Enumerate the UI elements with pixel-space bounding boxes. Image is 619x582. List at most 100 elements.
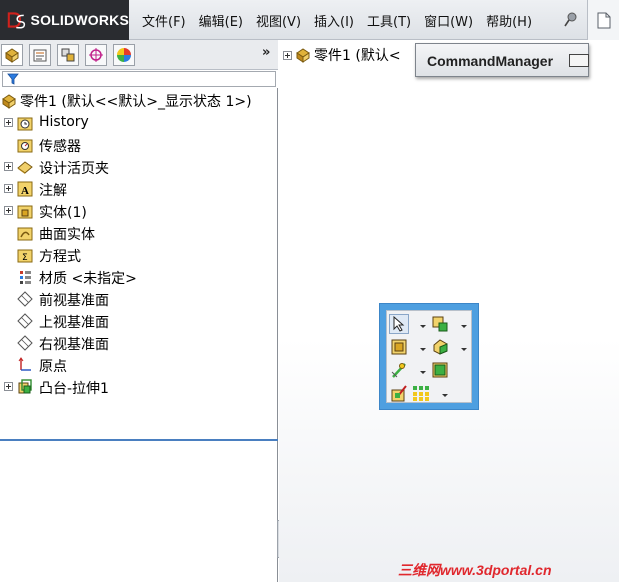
configurationmanager-tab[interactable] <box>57 44 79 66</box>
plane-icon <box>17 291 33 307</box>
main-menu: 文件(F) 编辑(E) 视图(V) 插入(I) 工具(T) 窗口(W) 帮助(H… <box>137 0 540 40</box>
dimxpert-icon <box>89 48 103 62</box>
part-icon <box>2 94 16 109</box>
extrude-boss-icon <box>391 339 407 355</box>
sensor-folder-icon <box>17 139 33 153</box>
material-icon <box>20 271 31 284</box>
menu-file[interactable]: 文件(F) <box>137 11 191 30</box>
expand-toggle[interactable] <box>283 50 292 60</box>
menu-view[interactable]: 视图(V) <box>251 11 306 30</box>
solid-feature-dropdown[interactable] <box>460 345 468 353</box>
pattern-dropdown[interactable] <box>441 391 449 399</box>
flyout-feature-tree[interactable]: 零件1 (默认< <box>283 45 401 65</box>
linear-pattern-button[interactable] <box>411 383 431 403</box>
propertymanager-icon <box>33 49 47 62</box>
commandmanager-popup[interactable]: CommandManager <box>415 43 589 77</box>
select-dropdown[interactable] <box>419 322 427 330</box>
featuremanager-panel: » 零件1 (默认<<默认>_显示状态 1>) History 传感器 设计活页… <box>0 40 278 582</box>
expand-toggle[interactable] <box>4 118 13 127</box>
origin-icon <box>18 357 31 371</box>
tree-item-label: 前视基准面 <box>39 293 109 309</box>
rollback-bar[interactable] <box>0 439 278 441</box>
propertymanager-tab[interactable] <box>29 44 51 66</box>
tree-item-label: 注解 <box>39 183 67 199</box>
logo-text: SOLIDWORKS <box>30 12 129 28</box>
sketch-button[interactable] <box>389 383 409 403</box>
feature-filter-input[interactable] <box>2 71 276 87</box>
tree-item-label: 右视基准面 <box>39 337 109 353</box>
shortcut-toolbar[interactable] <box>379 303 479 410</box>
watermark: 三维网www.3dportal.cn <box>398 562 552 578</box>
svg-text:A: A <box>21 185 29 197</box>
more-tabs-button[interactable]: » <box>262 45 270 60</box>
expand-toggle[interactable] <box>4 382 13 391</box>
design-binder-icon <box>17 161 33 174</box>
history-icon <box>17 117 33 131</box>
featuremanager-tab[interactable] <box>1 44 23 66</box>
tree-root-label: 零件1 (默认<<默认>_显示状态 1>) <box>20 94 252 110</box>
app-logo[interactable]: SOLIDWORKS <box>0 0 129 40</box>
dimxpert-tab[interactable] <box>85 44 107 66</box>
configurationmanager-icon <box>61 48 75 62</box>
tree-root-part[interactable]: 零件1 (默认<<默认>_显示状态 1>) <box>0 90 252 112</box>
tree-item-label: 方程式 <box>39 249 81 265</box>
new-part-button[interactable] <box>430 314 450 334</box>
ds-logo-icon <box>7 12 26 29</box>
fillet-icon <box>391 363 406 378</box>
solid-feature-button[interactable] <box>430 337 450 357</box>
extrude-icon <box>18 379 32 394</box>
tree-item-label: 原点 <box>39 359 67 375</box>
tree-item-label: 实体(1) <box>39 205 87 221</box>
extrude-boss-dropdown[interactable] <box>419 345 427 353</box>
plane-icon <box>17 313 33 329</box>
svg-text:Σ: Σ <box>22 253 28 263</box>
solid-bodies-icon <box>17 205 33 219</box>
expand-toggle[interactable] <box>4 162 13 171</box>
surface-bodies-icon <box>17 227 33 241</box>
menu-help[interactable]: 帮助(H) <box>481 11 537 30</box>
commandmanager-label: CommandManager <box>427 53 554 69</box>
linear-pattern-icon <box>413 386 429 401</box>
pin-icon[interactable] <box>563 11 579 29</box>
tree-item-label: History <box>39 114 89 130</box>
sketch-icon <box>391 385 407 402</box>
menu-tools[interactable]: 工具(T) <box>362 11 416 30</box>
shortcut-toolbar-body <box>386 310 472 403</box>
shell-button[interactable] <box>430 360 450 380</box>
extrude-boss-button[interactable] <box>389 337 409 357</box>
solid-feature-icon <box>433 339 448 355</box>
tree-item-label: 设计活页夹 <box>39 161 109 177</box>
plane-icon <box>17 335 33 351</box>
tree-item-label: 曲面实体 <box>39 227 95 243</box>
select-arrow-icon <box>393 316 405 332</box>
commandmanager-dock-button[interactable] <box>569 54 589 67</box>
menu-window[interactable]: 窗口(W) <box>419 11 478 30</box>
panel-tabs: » <box>0 40 278 70</box>
flyout-tree-label: 零件1 (默认< <box>314 48 401 64</box>
featuremanager-icon <box>5 48 19 63</box>
new-document-icon <box>597 12 610 28</box>
expand-toggle[interactable] <box>4 206 13 215</box>
equations-icon: Σ <box>17 249 33 263</box>
tree-item-label: 材质 <未指定> <box>39 271 137 287</box>
new-document-button[interactable] <box>587 0 619 40</box>
annotations-icon: A <box>17 181 33 197</box>
new-part-icon <box>432 316 448 332</box>
tree-item-label: 传感器 <box>39 139 81 155</box>
select-button[interactable] <box>389 314 409 334</box>
title-menu-bar: SOLIDWORKS 文件(F) 编辑(E) 视图(V) 插入(I) 工具(T)… <box>0 0 619 40</box>
part-icon <box>296 48 310 63</box>
filter-bar <box>0 70 278 88</box>
display-manager-tab[interactable] <box>113 44 135 66</box>
new-part-dropdown[interactable] <box>460 322 468 330</box>
tree-item-label: 凸台-拉伸1 <box>39 381 109 397</box>
fillet-button[interactable] <box>389 360 409 380</box>
menu-insert[interactable]: 插入(I) <box>309 11 359 30</box>
shell-icon <box>432 362 448 378</box>
expand-toggle[interactable] <box>4 184 13 193</box>
menu-edit[interactable]: 编辑(E) <box>194 11 248 30</box>
filter-icon <box>7 73 19 85</box>
fillet-dropdown[interactable] <box>419 368 427 376</box>
tree-item-label: 上视基准面 <box>39 315 109 331</box>
display-manager-icon <box>117 48 131 62</box>
